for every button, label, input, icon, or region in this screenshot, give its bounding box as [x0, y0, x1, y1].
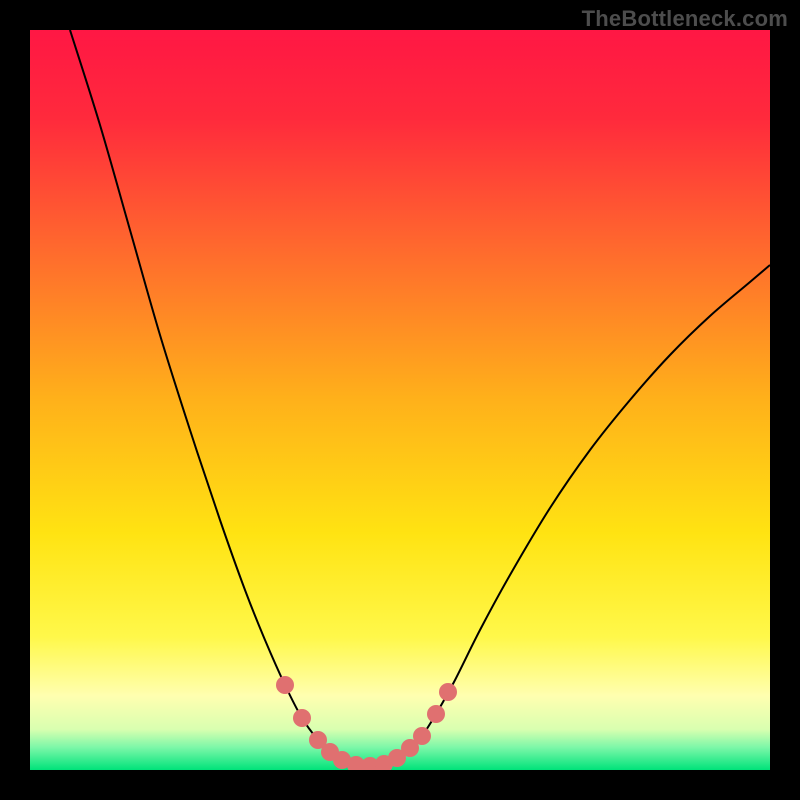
bottleneck-curve: [70, 30, 770, 767]
watermark: TheBottleneck.com: [582, 6, 788, 32]
plot-frame: [30, 30, 770, 770]
highlight-marker: [276, 676, 294, 694]
highlight-marker: [293, 709, 311, 727]
curve-layer: [30, 30, 770, 770]
highlight-marker: [413, 727, 431, 745]
highlight-marker: [439, 683, 457, 701]
highlight-marker: [427, 705, 445, 723]
